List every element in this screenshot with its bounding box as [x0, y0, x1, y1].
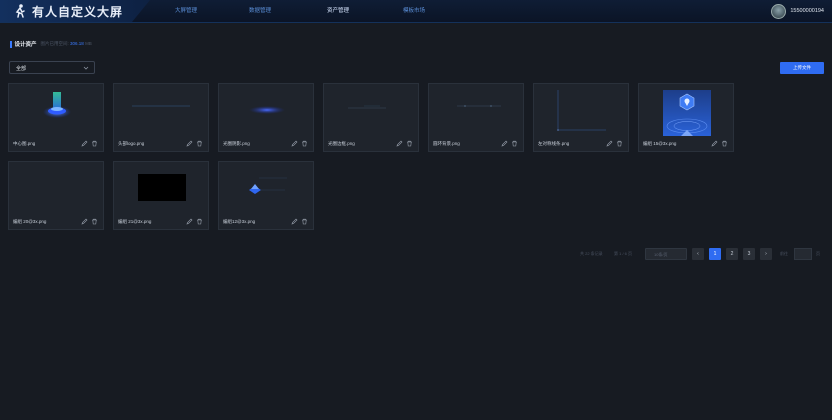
- edit-icon[interactable]: [186, 218, 193, 225]
- asset-thumbnail: [663, 90, 711, 136]
- avatar[interactable]: [771, 3, 787, 19]
- asset-file-name: 编组 15@3x.png: [643, 141, 677, 146]
- asset-file-name: 编组 21@3x.png: [118, 219, 152, 224]
- next-page-button[interactable]: ›: [760, 248, 772, 260]
- asset-file-name: 头部logo.png: [118, 141, 145, 146]
- edit-icon[interactable]: [81, 218, 88, 225]
- upload-file-button[interactable]: 上传文件: [780, 62, 824, 74]
- asset-file-name: 编组12@3x.png: [223, 219, 256, 224]
- asset-thumbnail: [138, 174, 186, 201]
- asset-card[interactable]: 圆环背景.png: [428, 83, 524, 152]
- top-bar: 有人自定义大屏 大屏管理 数据管理 资产管理 模板市场 15500000194: [0, 0, 832, 23]
- asset-thumbnail: [9, 162, 103, 217]
- pagination-total: 共 22 条记录: [580, 251, 603, 256]
- page-button-1[interactable]: 1: [709, 248, 721, 260]
- storage-usage: 图片已用空间: 306.18 MB: [40, 41, 92, 46]
- asset-file-name: 光圈边框.png: [328, 141, 355, 146]
- nav-template-market[interactable]: 模板市场: [368, 0, 460, 22]
- asset-card[interactable]: 编组 21@3x.png: [113, 161, 209, 230]
- asset-card[interactable]: 头部logo.png: [113, 83, 209, 152]
- asset-card[interactable]: 中心图.png: [8, 83, 104, 152]
- asset-card[interactable]: 光圈阴影.png: [218, 83, 314, 152]
- edit-icon[interactable]: [501, 140, 508, 147]
- section-accent-bar: [10, 40, 12, 48]
- trash-icon[interactable]: [91, 218, 98, 225]
- edit-icon[interactable]: [711, 140, 718, 147]
- jump-page-input[interactable]: [794, 248, 812, 260]
- page-size-value: 10条/页: [654, 252, 668, 257]
- page-button-2[interactable]: 2: [726, 248, 738, 260]
- edit-icon[interactable]: [81, 140, 88, 147]
- asset-thumbnail: [249, 106, 285, 114]
- user-menu[interactable]: 15500000194: [771, 3, 824, 19]
- asset-card[interactable]: 光圈边框.png: [323, 83, 419, 152]
- asset-card[interactable]: 编组 20@3x.png: [8, 161, 104, 230]
- edit-icon[interactable]: [396, 140, 403, 147]
- user-name: 15500000194: [790, 8, 824, 14]
- trash-icon[interactable]: [301, 140, 308, 147]
- trash-icon[interactable]: [196, 140, 203, 147]
- edit-icon[interactable]: [291, 140, 298, 147]
- page-size-select[interactable]: 10条/页: [645, 248, 687, 260]
- chevron-down-icon: [83, 66, 89, 70]
- edit-icon[interactable]: [606, 140, 613, 147]
- trash-icon[interactable]: [196, 218, 203, 225]
- logo-area: 有人自定义大屏: [0, 0, 150, 22]
- asset-thumbnail: [132, 105, 190, 107]
- jump-suffix: 页: [816, 251, 820, 256]
- asset-card[interactable]: 编组12@3x.png: [218, 161, 314, 230]
- asset-file-name: 光圈阴影.png: [223, 141, 250, 146]
- prev-page-button[interactable]: ‹: [692, 248, 704, 260]
- asset-thumbnail: [348, 105, 386, 109]
- asset-thumbnail: [43, 92, 71, 118]
- trash-icon[interactable]: [616, 140, 623, 147]
- trash-icon[interactable]: [301, 218, 308, 225]
- category-select-value: 全部: [16, 66, 27, 72]
- asset-thumbnail: [249, 177, 287, 194]
- pagination-page-info: 第 1 / 6 页: [614, 251, 633, 256]
- edit-icon[interactable]: [186, 140, 193, 147]
- asset-card[interactable]: 编组 15@3x.png: [638, 83, 734, 152]
- asset-file-name: 编组 20@3x.png: [13, 219, 47, 224]
- running-person-icon: [15, 4, 25, 18]
- category-select[interactable]: 全部: [9, 61, 95, 74]
- trash-icon[interactable]: [406, 140, 413, 147]
- asset-file-name: 左对称线条.png: [538, 141, 570, 146]
- section-title: 设计资产: [14, 42, 37, 48]
- edit-icon[interactable]: [291, 218, 298, 225]
- section-header: 设计资产 图片已用空间: 306.18 MB: [10, 40, 92, 48]
- page-button-3[interactable]: 3: [743, 248, 755, 260]
- asset-file-name: 圆环背景.png: [433, 141, 460, 146]
- asset-thumbnail: [457, 105, 501, 107]
- asset-file-name: 中心图.png: [13, 141, 36, 146]
- trash-icon[interactable]: [721, 140, 728, 147]
- asset-card[interactable]: 左对称线条.png: [533, 83, 629, 152]
- trash-icon[interactable]: [91, 140, 98, 147]
- trash-icon[interactable]: [511, 140, 518, 147]
- asset-thumbnail: [557, 90, 606, 131]
- jump-label: 前往: [780, 251, 788, 256]
- app-title: 有人自定义大屏: [32, 5, 124, 19]
